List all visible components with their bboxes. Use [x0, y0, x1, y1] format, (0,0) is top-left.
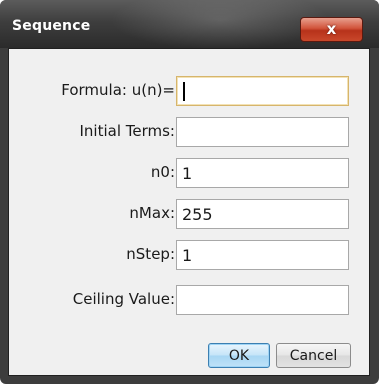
nstep-label: nStep:: [126, 245, 175, 263]
dialog-body: Formula: u(n)= Initial Terms: n0: nMax: …: [8, 48, 370, 376]
nmax-input[interactable]: [176, 199, 349, 229]
initial-terms-input[interactable]: [176, 117, 349, 147]
cancel-button[interactable]: Cancel: [276, 343, 351, 368]
nstep-row: nStep:: [9, 240, 371, 270]
nmax-label: nMax:: [129, 204, 175, 222]
ceiling-value-row: Ceiling Value:: [9, 285, 371, 315]
nmax-row: nMax:: [9, 199, 371, 229]
ceiling-value-input[interactable]: [176, 285, 349, 315]
initial-terms-label: Initial Terms:: [79, 122, 175, 140]
initial-terms-row: Initial Terms:: [9, 117, 371, 147]
n0-row: n0:: [9, 158, 371, 188]
n0-label: n0:: [150, 163, 175, 181]
dialog-title: Sequence: [12, 18, 91, 34]
sequence-dialog: Sequence x Formula: u(n)= Initial Terms:…: [0, 0, 379, 384]
title-bar-gloss: [110, 0, 330, 50]
formula-input[interactable]: [176, 76, 349, 106]
formula-row: Formula: u(n)=: [9, 76, 371, 106]
title-bar[interactable]: Sequence x: [0, 0, 379, 50]
ceiling-value-label: Ceiling Value:: [72, 290, 175, 308]
close-icon: x: [326, 20, 337, 38]
ok-button[interactable]: OK: [208, 343, 270, 368]
n0-input[interactable]: [176, 158, 349, 188]
close-button[interactable]: x: [300, 17, 363, 42]
nstep-input[interactable]: [176, 240, 349, 270]
formula-label: Formula: u(n)=: [61, 81, 175, 99]
text-caret: [183, 82, 185, 101]
